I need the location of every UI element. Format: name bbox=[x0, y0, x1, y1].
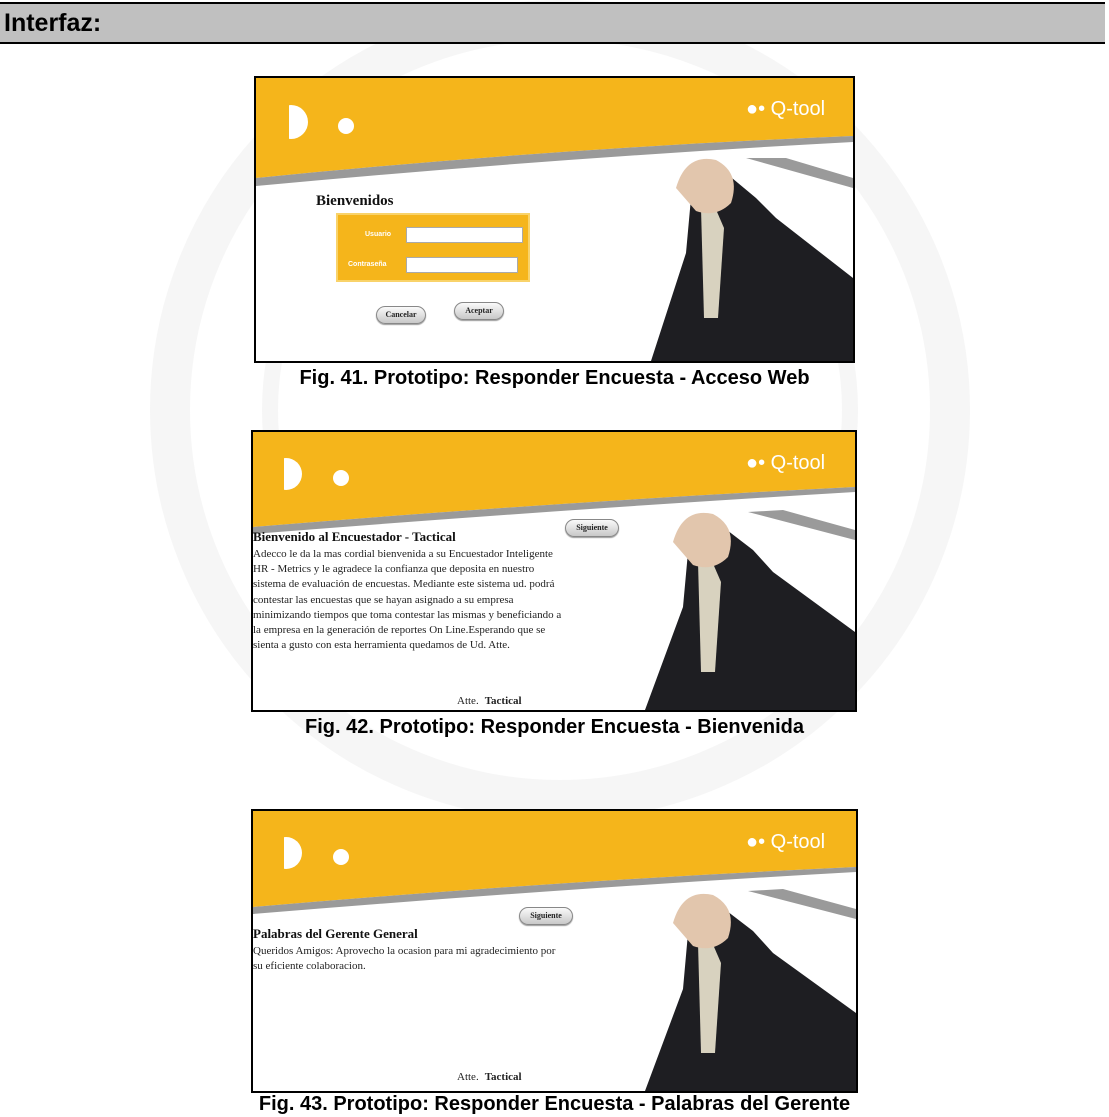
message-line: contestar las encuestas que se hayan asi… bbox=[253, 593, 514, 606]
prototype-welcome-screen: ●• Q-tool Bienvenido al Encuestador - Ta… bbox=[251, 430, 857, 712]
brand-logo: ●• Q-tool bbox=[746, 831, 825, 854]
next-button[interactable]: Siguiente bbox=[565, 519, 619, 537]
username-input[interactable] bbox=[406, 227, 523, 243]
message-line: sistema de evaluación de encuestas. Medi… bbox=[253, 578, 555, 591]
signature-prefix: Atte. bbox=[457, 1071, 479, 1083]
login-panel: Usuario Contraseña bbox=[336, 213, 530, 282]
next-button[interactable]: Siguiente bbox=[519, 907, 573, 925]
user-label: Usuario bbox=[365, 231, 392, 238]
welcome-heading: Bienvenidos bbox=[316, 193, 394, 209]
password-label: Contraseña bbox=[348, 261, 387, 268]
password-input[interactable] bbox=[406, 257, 518, 273]
prototype-login-screen: ●• Q-tool Bienvenidos Usuario Contraseña… bbox=[254, 76, 855, 363]
message-line: la empresa en la generación de reportes … bbox=[253, 624, 546, 637]
welcome-message: Adecco le da la mas cordial bienvenida a… bbox=[253, 547, 653, 653]
manager-message: Queridos Amigos: Aprovecho la ocasion pa… bbox=[253, 944, 653, 974]
message-line: Queridos Amigos: Aprovecho la ocasion pa… bbox=[253, 945, 556, 957]
message-line: su eficiente colaboracion. bbox=[253, 960, 366, 973]
message-line: Adecco le da la mas cordial bienvenida a… bbox=[253, 548, 553, 560]
logo-text: Q-tool bbox=[770, 831, 826, 853]
brand-logo: ●• Q-tool bbox=[746, 452, 825, 475]
logo-mark-icon: ●• bbox=[746, 452, 766, 474]
signature: Atte. Tactical bbox=[457, 695, 522, 707]
signature-name: Tactical bbox=[484, 695, 522, 707]
logo-mark-icon: ●• bbox=[746, 98, 766, 120]
figure-caption: Fig. 42. Prototipo: Responder Encuesta -… bbox=[305, 716, 804, 738]
cancel-button[interactable]: Cancelar bbox=[376, 306, 426, 324]
brand-logo: ●• Q-tool bbox=[746, 98, 825, 121]
signature-prefix: Atte. bbox=[457, 695, 479, 707]
figure-caption: Fig. 41. Prototipo: Responder Encuesta -… bbox=[299, 367, 810, 389]
figure-caption: Fig. 43. Prototipo: Responder Encuesta -… bbox=[258, 1093, 851, 1115]
logo-mark-icon: ●• bbox=[746, 831, 766, 853]
message-line: HR - Metrics y le agradece la confianza … bbox=[253, 563, 535, 576]
section-title: Interfaz: bbox=[4, 9, 102, 37]
accept-button[interactable]: Aceptar bbox=[454, 302, 504, 320]
message-line: minimizando tiempos que toma contestar l… bbox=[253, 608, 562, 621]
prototype-manager-words-screen: ●• Q-tool Palabras del Gerente General S… bbox=[251, 809, 858, 1093]
screen-title: Bienvenido al Encuestador - Tactical bbox=[253, 529, 456, 544]
message-line: sienta a gusto con esta herramienta qued… bbox=[253, 639, 510, 652]
screen-title: Palabras del Gerente General bbox=[253, 926, 418, 941]
signature: Atte. Tactical bbox=[457, 1071, 522, 1083]
logo-text: Q-tool bbox=[770, 452, 826, 474]
signature-name: Tactical bbox=[484, 1071, 522, 1083]
section-header: Interfaz: bbox=[0, 2, 1105, 44]
logo-text: Q-tool bbox=[770, 98, 826, 120]
